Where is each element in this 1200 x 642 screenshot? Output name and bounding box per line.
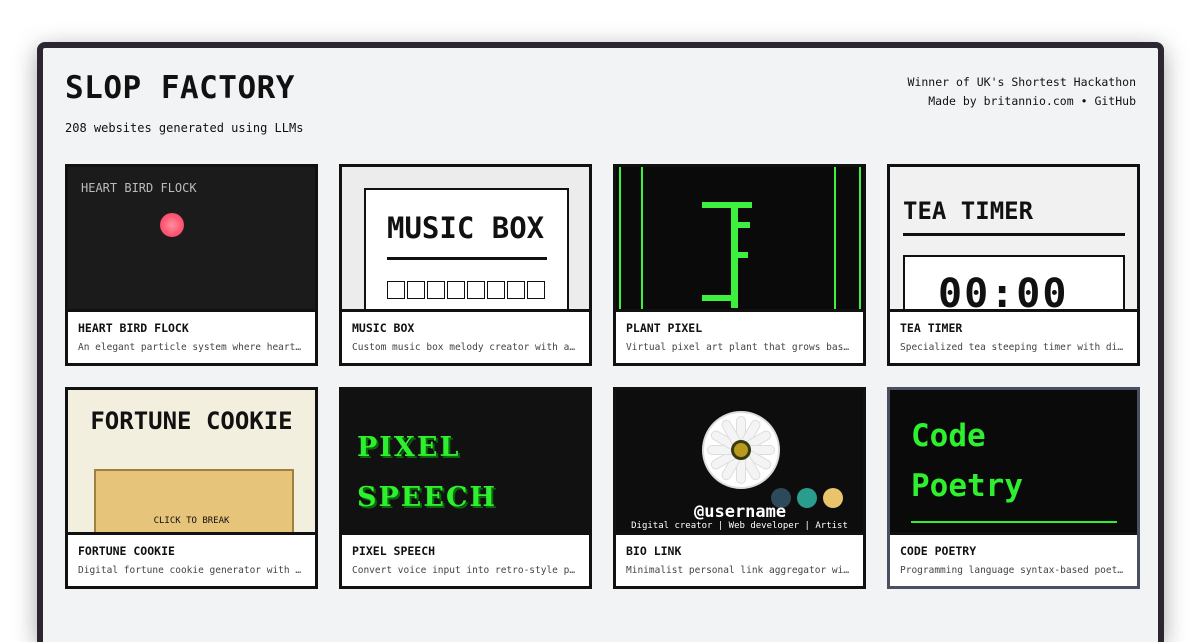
thumb-click-label: CLICK TO BREAK (153, 516, 230, 526)
card-info: MUSIC BOX Custom music box melody creato… (342, 309, 589, 363)
thumb-label: FORTUNE COOKIE (90, 407, 293, 435)
card-thumbnail: Code Poetry (890, 390, 1137, 532)
note-cell (447, 281, 465, 299)
card-title: PIXEL SPEECH (352, 544, 436, 558)
card-description: Convert voice input into retro-style pix… (352, 565, 579, 576)
timer-display: 00:00 (938, 271, 1069, 309)
card-thumbnail: HEART BIRD FLOCK (68, 167, 315, 309)
card-heart-bird-flock[interactable]: HEART BIRD FLOCK HEART BIRD FLOCK An ele… (65, 164, 318, 366)
github-link[interactable]: GitHub (1094, 94, 1136, 108)
avatar (702, 411, 780, 489)
thumb-label: MUSIC BOX (387, 211, 545, 245)
app-window: SLOP FACTORY 208 websites generated usin… (37, 42, 1164, 642)
theme-dot (823, 488, 843, 508)
card-title: MUSIC BOX (352, 321, 415, 335)
card-music-box[interactable]: MUSIC BOX MUSIC BOX Custom music box mel… (339, 164, 592, 366)
card-thumbnail: @username Digital creator | Web develope… (616, 390, 863, 532)
thumb-divider (903, 233, 1125, 236)
thumb-line-2: SPEECH (357, 482, 497, 513)
grid-line (859, 167, 861, 309)
card-title: TEA TIMER (900, 321, 963, 335)
thumb-tagline: Digital creator | Web developer | Artist (631, 521, 848, 531)
card-thumbnail: PIXEL SPEECH (342, 390, 589, 532)
card-thumbnail: TEA TIMER 00:00 (890, 167, 1137, 309)
card-info: BIO LINK Minimalist personal link aggreg… (616, 532, 863, 586)
thumb-divider (387, 257, 547, 260)
note-cell (487, 281, 505, 299)
grid-line (641, 167, 643, 309)
website-grid: HEART BIRD FLOCK HEART BIRD FLOCK An ele… (65, 164, 1140, 589)
card-thumbnail (616, 167, 863, 309)
award-text: Winner of UK's Shortest Hackathon (907, 75, 1136, 89)
thumb-divider (911, 521, 1117, 523)
card-title: CODE POETRY (900, 544, 977, 558)
note-cell (467, 281, 485, 299)
note-cell (527, 281, 545, 299)
thumb-line-2: Poetry (911, 468, 1023, 504)
card-description: Digital fortune cookie generator with pa… (78, 565, 305, 576)
card-pixel-speech[interactable]: PIXEL SPEECH PIXEL SPEECH Convert voice … (339, 387, 592, 589)
card-description: Custom music box melody creator with ani… (352, 342, 579, 353)
card-info: TEA TIMER Specialized tea steeping timer… (890, 309, 1137, 363)
card-info: PLANT PIXEL Virtual pixel art plant that… (616, 309, 863, 363)
theme-dot (797, 488, 817, 508)
card-description: Virtual pixel art plant that grows based… (626, 342, 853, 353)
page-subtitle: 208 websites generated using LLMs (65, 121, 304, 135)
grid-line (834, 167, 836, 309)
heart-particle-icon (160, 213, 184, 237)
card-description: Programming language syntax-based poetry… (900, 565, 1127, 576)
separator-dot: • (1080, 94, 1088, 108)
card-thumbnail: FORTUNE COOKIE CLICK TO BREAK (68, 390, 315, 532)
page-title: SLOP FACTORY (65, 70, 295, 106)
card-title: HEART BIRD FLOCK (78, 321, 189, 335)
card-fortune-cookie[interactable]: FORTUNE COOKIE CLICK TO BREAK FORTUNE CO… (65, 387, 318, 589)
card-info: CODE POETRY Programming language syntax-… (890, 532, 1137, 586)
card-info: FORTUNE COOKIE Digital fortune cookie ge… (68, 532, 315, 586)
made-by-label: Made by (928, 94, 977, 108)
card-bio-link[interactable]: @username Digital creator | Web develope… (613, 387, 866, 589)
thumb-line-1: Code (911, 418, 986, 454)
thumb-line-1: PIXEL (357, 432, 461, 463)
card-plant-pixel[interactable]: PLANT PIXEL Virtual pixel art plant that… (613, 164, 866, 366)
card-title: PLANT PIXEL (626, 321, 703, 335)
note-grid (387, 281, 545, 299)
note-cell (507, 281, 525, 299)
author-link[interactable]: britannio.com (984, 94, 1074, 108)
card-title: FORTUNE COOKIE (78, 544, 175, 558)
card-tea-timer[interactable]: TEA TIMER 00:00 TEA TIMER Specialized te… (887, 164, 1140, 366)
credits-line: Made by britannio.com • GitHub (908, 92, 1136, 111)
card-title: BIO LINK (626, 544, 682, 558)
card-description: Specialized tea steeping timer with diff… (900, 342, 1127, 353)
card-description: An elegant particle system where heart-s… (78, 342, 305, 353)
note-cell (387, 281, 405, 299)
card-info: HEART BIRD FLOCK An elegant particle sys… (68, 309, 315, 363)
note-cell (407, 281, 425, 299)
header-credits: Winner of UK's Shortest Hackathon Made b… (908, 73, 1136, 111)
daisy-center-icon (731, 440, 751, 460)
grid-line (619, 167, 621, 309)
card-thumbnail: MUSIC BOX (342, 167, 589, 309)
note-cell (427, 281, 445, 299)
thumb-label: TEA TIMER (903, 197, 1034, 225)
thumb-username: @username (694, 502, 787, 522)
card-description: Minimalist personal link aggregator with… (626, 565, 853, 576)
thumb-label: HEART BIRD FLOCK (81, 181, 197, 195)
card-code-poetry[interactable]: Code Poetry CODE POETRY Programming lang… (887, 387, 1140, 589)
card-info: PIXEL SPEECH Convert voice input into re… (342, 532, 589, 586)
